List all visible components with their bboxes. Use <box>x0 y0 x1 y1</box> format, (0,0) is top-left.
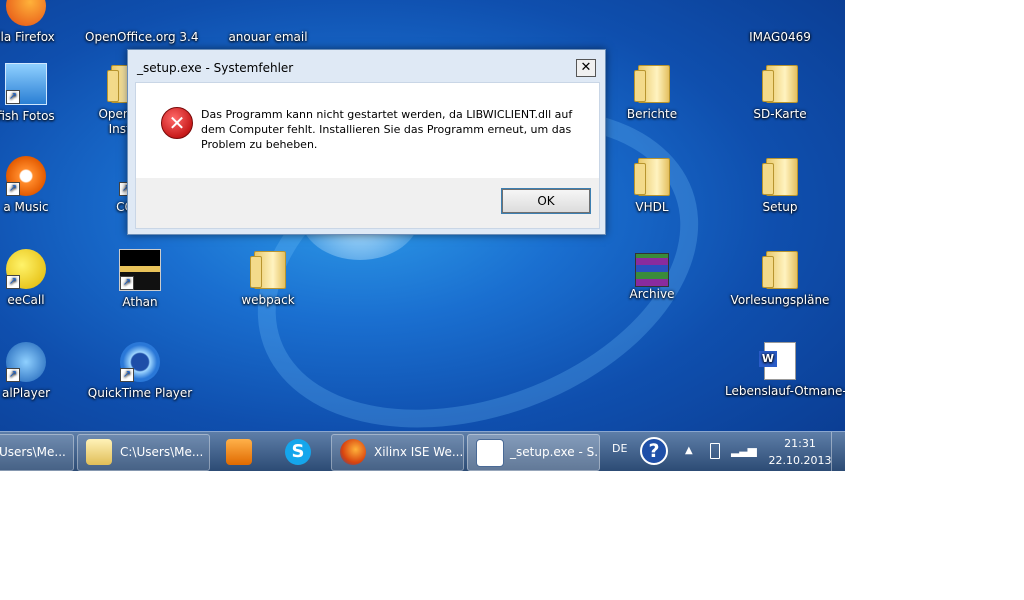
desktop-icon-athan[interactable]: ↗ Athan <box>85 249 195 310</box>
desktop-icon-lebenslauf[interactable]: W Lebenslauf-Otmane-... <box>725 342 845 399</box>
word-w-icon: W <box>759 351 777 367</box>
desktop-icon-archive[interactable]: Archive <box>597 249 707 302</box>
media-player-icon <box>226 439 252 465</box>
realplayer-icon: ↗ <box>6 342 46 382</box>
desktop-icon-label: OpenOffice.org 3.4 <box>85 30 199 44</box>
desktop-icon-firefox[interactable]: lla Firefox <box>0 0 81 45</box>
taskbar-pin-skype[interactable]: S <box>270 434 328 471</box>
desktop-icon-label: anouar email <box>228 30 308 44</box>
taskbar-item-label: C:\Users\Me... <box>120 445 204 459</box>
error-icon: ✕ <box>161 107 193 139</box>
close-button[interactable]: ✕ <box>576 59 596 77</box>
system-tray: DE ? ▲ ▂▃▅ 21:31 22.10.2013 <box>605 432 845 471</box>
taskbar-item-label: _setup.exe - S... <box>510 445 600 459</box>
winrar-icon <box>635 253 669 287</box>
firefox-icon <box>6 0 46 26</box>
ok-button[interactable]: OK <box>501 188 591 214</box>
desktop-icon-label: eeCall <box>7 293 45 307</box>
desktop: lla Firefox OpenOffice.org 3.4 anouar em… <box>0 0 845 471</box>
network-signal-icon[interactable]: ▂▃▅ <box>731 443 757 457</box>
desktop-icon-fotos[interactable]: ↗ fish Fotos <box>0 63 81 124</box>
desktop-icon-music[interactable]: ↗ a Music <box>0 156 81 215</box>
skype-icon: S <box>285 439 311 465</box>
athan-icon: ↗ <box>119 249 161 291</box>
dialog-titlebar[interactable]: _setup.exe - Systemfehler ✕ <box>128 50 605 82</box>
desktop-icon-openoffice[interactable]: OpenOffice.org 3.4 <box>85 0 199 45</box>
clock-time[interactable]: 21:31 <box>778 437 822 450</box>
folder-icon <box>248 249 288 289</box>
desktop-icon-label: fish Fotos <box>0 109 55 123</box>
firefox-icon <box>340 439 366 465</box>
clock-date[interactable]: 22.10.2013 <box>763 454 837 467</box>
shortcut-arrow-icon: ↗ <box>6 275 20 289</box>
window-icon <box>476 439 504 467</box>
dialog-footer: OK <box>136 178 599 228</box>
show-hidden-icons-icon[interactable]: ▲ <box>685 445 693 456</box>
desktop-icon-sdkarte[interactable]: SD-Karte <box>725 63 835 122</box>
folder-icon <box>760 249 800 289</box>
phone-icon: ↗ <box>6 249 46 289</box>
help-icon[interactable]: ? <box>640 437 668 465</box>
desktop-icon-realplayer[interactable]: ↗ alPlayer <box>0 342 81 401</box>
folder-icon <box>632 156 672 196</box>
desktop-icon-label: Archive <box>629 287 675 301</box>
music-icon: ↗ <box>6 156 46 196</box>
error-message: Das Programm kann nicht gestartet werden… <box>201 108 573 151</box>
desktop-icon-label: SD-Karte <box>753 107 807 121</box>
desktop-icon-label: webpack <box>241 293 295 307</box>
desktop-icon-webpack[interactable]: webpack <box>213 249 323 308</box>
taskbar-item-firefox[interactable]: Xilinx ISE We... <box>331 434 464 471</box>
taskbar-item-setup[interactable]: _setup.exe - S... <box>467 434 600 471</box>
shortcut-arrow-icon: ↗ <box>6 90 20 104</box>
shortcut-arrow-icon: ↗ <box>120 276 134 290</box>
desktop-icon-label: Berichte <box>626 107 678 121</box>
taskbar: Users\Me... C:\Users\Me... S Xilinx ISE … <box>0 431 845 471</box>
image-file-icon <box>760 0 800 26</box>
desktop-icon-vorlesung[interactable]: Vorlesungspläne <box>725 249 835 308</box>
language-indicator[interactable]: DE <box>612 442 627 455</box>
desktop-icon-label: Athan <box>122 295 158 309</box>
desktop-icon-label: lla Firefox <box>0 30 55 44</box>
desktop-icon-email[interactable]: anouar email <box>213 0 323 45</box>
taskbar-pin-media-player[interactable] <box>213 434 267 471</box>
openoffice-icon <box>120 0 160 26</box>
shortcut-arrow-icon: ↗ <box>120 368 134 382</box>
folder-icon <box>86 439 112 465</box>
desktop-icon-berichte[interactable]: Berichte <box>597 63 707 122</box>
desktop-icon-label: VHDL <box>635 200 669 214</box>
dialog-title: _setup.exe - Systemfehler <box>137 61 294 75</box>
taskbar-item-explorer-1[interactable]: Users\Me... <box>0 434 74 471</box>
desktop-icon-quicktime[interactable]: ↗ QuickTime Player <box>85 342 195 401</box>
battery-icon[interactable] <box>710 443 720 459</box>
dialog-body: ✕ Das Programm kann nicht gestartet werd… <box>135 82 600 229</box>
folder-icon <box>760 156 800 196</box>
desktop-icon-label: Vorlesungspläne <box>730 293 830 307</box>
word-document-icon: W <box>759 342 796 380</box>
folder-icon <box>760 63 800 103</box>
email-icon <box>248 0 288 26</box>
desktop-icon-label: QuickTime Player <box>87 386 193 400</box>
taskbar-item-label: Xilinx ISE We... <box>374 445 464 459</box>
desktop-icon-label: IMAG0469 <box>749 30 811 44</box>
shortcut-arrow-icon: ↗ <box>6 368 20 382</box>
error-dialog: _setup.exe - Systemfehler ✕ ✕ Das Progra… <box>127 49 606 235</box>
desktop-icon-label: Lebenslauf-Otmane-... <box>725 384 845 398</box>
desktop-icon-label: alPlayer <box>1 386 51 400</box>
desktop-icon-freecall[interactable]: ↗ eeCall <box>0 249 81 308</box>
desktop-icon-setup[interactable]: Setup <box>725 156 835 215</box>
taskbar-item-label: Users\Me... <box>0 445 66 459</box>
photos-icon: ↗ <box>5 63 47 105</box>
shortcut-arrow-icon: ↗ <box>6 182 20 196</box>
desktop-icon-imag[interactable]: IMAG0469 <box>725 0 835 45</box>
show-desktop-button[interactable] <box>831 432 845 471</box>
desktop-icon-label: Setup <box>762 200 798 214</box>
quicktime-icon: ↗ <box>120 342 160 382</box>
desktop-icon-vhdl[interactable]: VHDL <box>597 156 707 215</box>
desktop-icon-label: a Music <box>3 200 49 214</box>
folder-icon <box>632 63 672 103</box>
taskbar-item-explorer-2[interactable]: C:\Users\Me... <box>77 434 210 471</box>
